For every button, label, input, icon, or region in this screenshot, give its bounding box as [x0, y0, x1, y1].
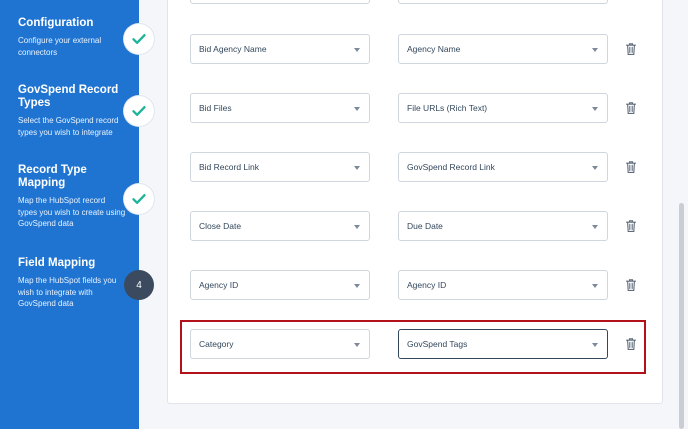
- step-field-mapping[interactable]: Field Mapping Map the HubSpot fields you…: [18, 257, 126, 310]
- govspend-field-select[interactable]: Due Date: [398, 211, 608, 241]
- govspend-field-select[interactable]: Agency ID: [398, 270, 608, 300]
- step-number-badge: 4: [124, 270, 154, 300]
- chevron-down-icon: [354, 107, 360, 111]
- select-value: Bid Agency Name: [199, 44, 267, 54]
- govspend-field-select[interactable]: File URLs (Rich Text): [398, 93, 608, 123]
- govspend-field-select-partial[interactable]: [398, 0, 608, 4]
- hubspot-field-select[interactable]: Bid Agency Name: [190, 34, 370, 64]
- chevron-down-icon: [354, 166, 360, 170]
- trash-icon[interactable]: [624, 101, 638, 115]
- checkmark-icon: [132, 34, 146, 44]
- select-value: GovSpend Record Link: [407, 162, 495, 172]
- trash-icon[interactable]: [624, 219, 638, 233]
- select-value: Agency Name: [407, 44, 461, 54]
- step-complete-badge: [124, 24, 154, 54]
- chevron-down-icon: [592, 107, 598, 111]
- select-value: Bid Record Link: [199, 162, 260, 172]
- chevron-down-icon: [354, 225, 360, 229]
- step-description: Select the GovSpend record types you wis…: [18, 116, 119, 137]
- hubspot-field-select[interactable]: Bid Record Link: [190, 152, 370, 182]
- govspend-field-select[interactable]: Agency Name: [398, 34, 608, 64]
- checkmark-icon: [132, 194, 146, 204]
- step-description: Map the HubSpot fields you wish to integ…: [18, 276, 117, 308]
- step-description: Map the HubSpot record types you wish to…: [18, 196, 126, 228]
- highlight-box: [180, 320, 646, 374]
- hubspot-field-select[interactable]: Agency ID: [190, 270, 370, 300]
- select-value: Close Date: [199, 221, 242, 231]
- select-value: File URLs (Rich Text): [407, 103, 488, 113]
- govspend-field-select[interactable]: GovSpend Record Link: [398, 152, 608, 182]
- trash-icon[interactable]: [624, 42, 638, 56]
- chevron-down-icon: [592, 284, 598, 288]
- step-complete-badge: [124, 96, 154, 126]
- step-description: Configure your external connectors: [18, 36, 102, 57]
- select-value: Due Date: [407, 221, 443, 231]
- step-record-type-mapping[interactable]: Record Type Mapping Map the HubSpot reco…: [18, 164, 126, 230]
- chevron-down-icon: [354, 48, 360, 52]
- select-value: Agency ID: [407, 280, 447, 290]
- trash-icon[interactable]: [624, 160, 638, 174]
- hubspot-field-select[interactable]: Close Date: [190, 211, 370, 241]
- step-complete-badge: [124, 184, 154, 214]
- step-configuration[interactable]: Configuration Configure your external co…: [18, 17, 126, 58]
- hubspot-field-select[interactable]: Bid Files: [190, 93, 370, 123]
- checkmark-icon: [132, 106, 146, 116]
- chevron-down-icon: [354, 284, 360, 288]
- scrollbar-thumb[interactable]: [679, 203, 684, 429]
- hubspot-field-select-partial[interactable]: [190, 0, 370, 4]
- step-title: Record Type Mapping: [18, 164, 87, 189]
- chevron-down-icon: [592, 48, 598, 52]
- trash-icon[interactable]: [624, 278, 638, 292]
- chevron-down-icon: [592, 166, 598, 170]
- step-title: Configuration: [18, 17, 94, 29]
- step-title: GovSpend Record Types: [18, 84, 119, 109]
- wizard-sidebar: Configuration Configure your external co…: [0, 0, 139, 429]
- trash-icon[interactable]: [624, 337, 638, 351]
- chevron-down-icon: [592, 225, 598, 229]
- step-title: Field Mapping: [18, 257, 96, 269]
- select-value: Agency ID: [199, 280, 239, 290]
- select-value: Bid Files: [199, 103, 232, 113]
- step-govspend-record-types[interactable]: GovSpend Record Types Select the GovSpen…: [18, 84, 126, 138]
